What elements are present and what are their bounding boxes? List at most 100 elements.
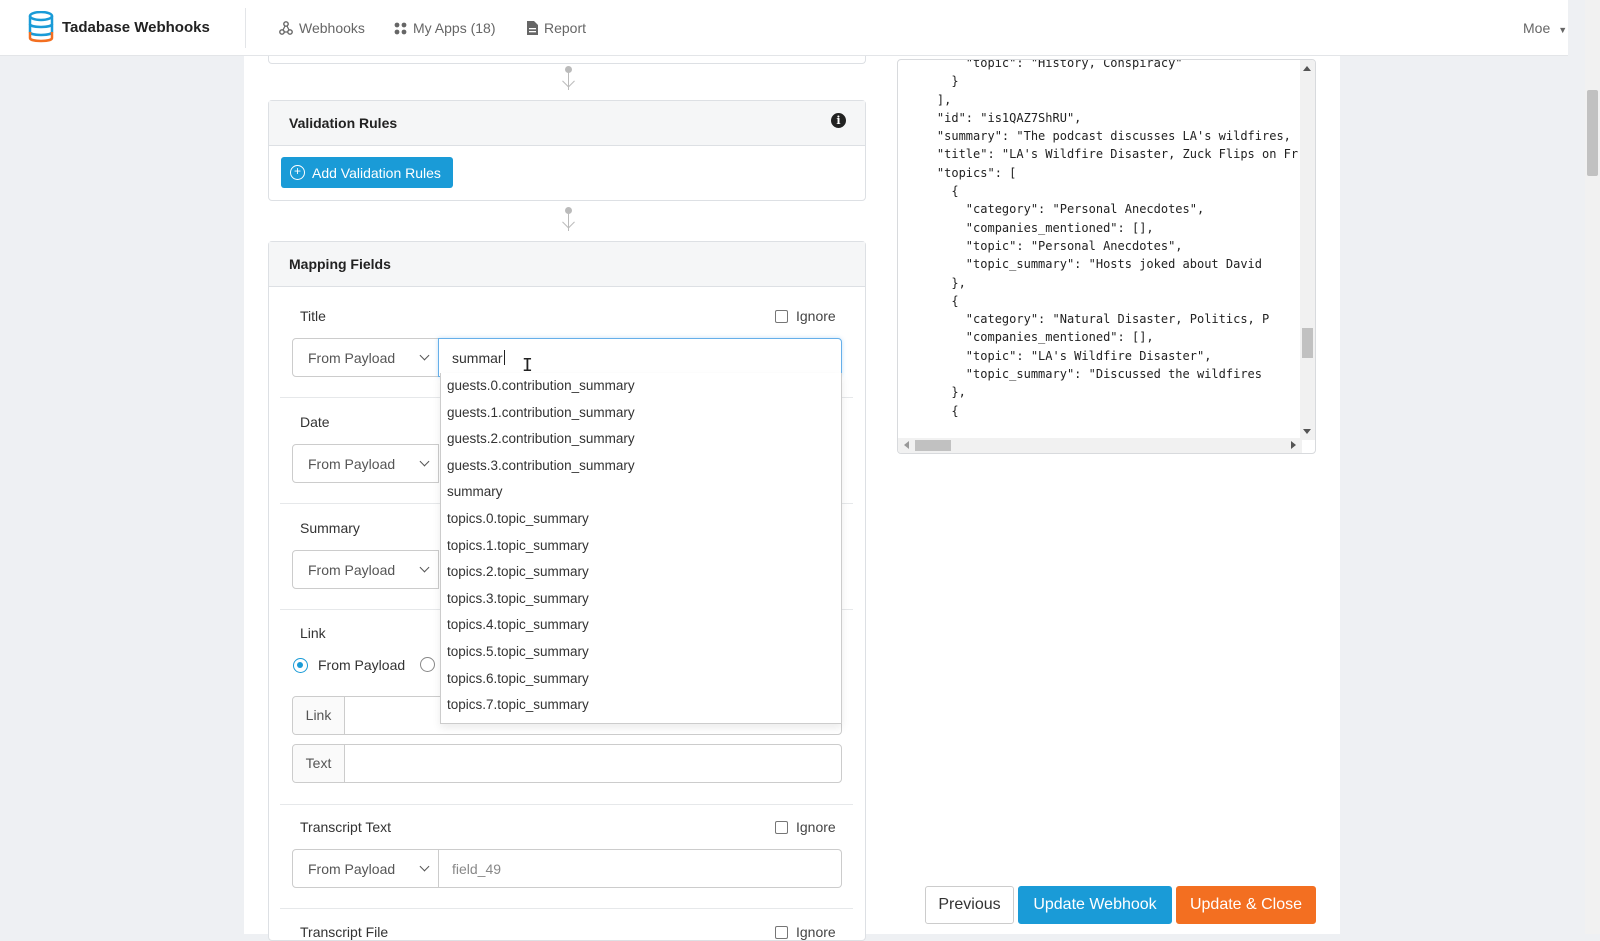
chevron-down-icon <box>419 861 430 872</box>
suggestion-item[interactable]: summary <box>441 479 841 506</box>
suggestion-item[interactable]: guests.0.contribution_summary <box>441 373 841 400</box>
nav-my-apps[interactable]: My Apps (18) <box>394 20 495 36</box>
suggestion-item[interactable]: guests.3.contribution_summary <box>441 453 841 480</box>
checkbox[interactable] <box>775 309 788 323</box>
radio-from-payload[interactable]: From Payload <box>293 657 405 673</box>
field-label-transcript-file: Transcript File <box>300 924 389 940</box>
flow-arrow-2 <box>562 207 575 237</box>
json-vertical-scrollbar[interactable] <box>1300 60 1315 440</box>
caret-down-icon: ▼ <box>1558 25 1568 35</box>
suggestion-item[interactable]: guests.2.contribution_summary <box>441 426 841 453</box>
source-select-value: From Payload <box>308 861 396 877</box>
suggestion-item[interactable]: topics.3.topic_summary <box>441 586 841 613</box>
text-addon-label: Text <box>293 745 345 782</box>
payload-json-viewer[interactable]: "topic": "History, Conspiracy" } ], "id"… <box>897 59 1316 454</box>
nav-my-apps-label: My Apps (18) <box>413 20 496 36</box>
update-webhook-button[interactable]: Update Webhook <box>1018 886 1172 924</box>
source-select-summary[interactable]: From Payload <box>292 550 439 589</box>
autocomplete-dropdown: guests.0.contribution_summary guests.1.c… <box>440 373 842 724</box>
source-select-value: From Payload <box>308 350 396 366</box>
user-menu[interactable]: Moe ▼ <box>1523 20 1567 36</box>
field-label-transcript-text: Transcript Text <box>300 819 392 835</box>
info-icon[interactable]: i <box>831 113 846 128</box>
previous-card-bottom <box>268 56 866 64</box>
mapping-fields-header: Mapping Fields <box>269 242 865 287</box>
json-horizontal-scrollbar[interactable] <box>898 438 1302 453</box>
top-navbar: Tadabase Webhooks Webhooks My Apps (18) … <box>0 0 1568 56</box>
json-scroll-thumb[interactable] <box>1302 328 1313 358</box>
chevron-down-icon <box>419 350 430 361</box>
nav-report-label: Report <box>544 20 587 36</box>
field-label-title: Title <box>300 308 326 324</box>
add-validation-rules-label: Add Validation Rules <box>312 164 441 181</box>
title-field-value: summar <box>452 350 503 366</box>
ignore-label: Ignore <box>796 924 836 940</box>
ignore-checkbox-transcript-text[interactable]: Ignore <box>775 819 836 835</box>
suggestion-item[interactable]: topics.1.topic_summary <box>441 533 841 560</box>
radio-from-payload-label: From Payload <box>318 657 406 673</box>
field-separator <box>280 804 853 805</box>
plus-circle-icon: + <box>290 165 305 180</box>
source-select-transcript-text[interactable]: From Payload <box>292 849 439 888</box>
brand[interactable]: Tadabase Webhooks <box>28 11 210 43</box>
source-select-date[interactable]: From Payload <box>292 444 439 483</box>
scroll-right-icon[interactable] <box>1291 441 1296 449</box>
checkbox[interactable] <box>775 925 788 939</box>
database-logo-icon <box>28 11 54 43</box>
flow-arrow-1 <box>562 66 575 96</box>
suggestion-item[interactable]: topics.2.topic_summary <box>441 559 841 586</box>
mapping-fields-title: Mapping Fields <box>289 256 391 272</box>
ignore-label: Ignore <box>796 819 836 835</box>
source-select-title[interactable]: From Payload <box>292 338 439 377</box>
field-label-link: Link <box>300 625 326 641</box>
source-select-value: From Payload <box>308 562 396 578</box>
ignore-checkbox-transcript-file[interactable]: Ignore <box>775 924 836 940</box>
source-select-value: From Payload <box>308 456 396 472</box>
text-caret <box>503 350 505 365</box>
title-field-input[interactable]: summar <box>438 338 842 377</box>
payload-json-text: "topic": "History, Conspiracy" } ], "id"… <box>936 59 1299 418</box>
suggestion-item[interactable]: topics.7.topic_summary <box>441 692 841 719</box>
scroll-down-icon[interactable] <box>1303 429 1311 434</box>
scroll-left-icon[interactable] <box>904 441 909 449</box>
chevron-down-icon <box>419 562 430 573</box>
checkbox[interactable] <box>775 820 788 834</box>
scroll-up-icon[interactable] <box>1303 66 1311 71</box>
validation-rules-card: Validation Rules i + Add Validation Rule… <box>268 100 866 201</box>
nav-report[interactable]: Report <box>527 20 586 36</box>
user-name: Moe <box>1523 20 1551 36</box>
json-hscroll-thumb[interactable] <box>915 440 951 451</box>
radio-button-selected[interactable] <box>293 657 308 673</box>
transcript-text-value: field_49 <box>452 861 502 877</box>
chevron-down-icon <box>419 456 430 467</box>
apps-grid-icon <box>394 22 407 34</box>
suggestion-item[interactable]: guests.1.contribution_summary <box>441 400 841 427</box>
previous-button[interactable]: Previous <box>925 886 1014 924</box>
suggestion-item[interactable]: topics.5.topic_summary <box>441 639 841 666</box>
link-addon-label: Link <box>293 697 345 734</box>
ignore-label: Ignore <box>796 308 836 324</box>
suggestion-item[interactable]: topics.4.topic_summary <box>441 612 841 639</box>
field-label-date: Date <box>300 414 330 430</box>
suggestion-item[interactable]: topics.6.topic_summary <box>441 666 841 693</box>
update-and-close-button[interactable]: Update & Close <box>1176 886 1316 924</box>
field-separator <box>280 908 853 909</box>
radio-button[interactable] <box>420 657 435 672</box>
validation-rules-title: Validation Rules <box>289 115 398 131</box>
navbar-divider <box>245 8 246 48</box>
radio-option-2[interactable] <box>420 657 435 672</box>
suggestion-item[interactable]: topics.0.topic_summary <box>441 506 841 533</box>
link-text-input[interactable]: Text <box>292 744 842 783</box>
nav-webhooks[interactable]: Webhooks <box>279 20 365 36</box>
field-label-summary: Summary <box>300 520 360 536</box>
page-scrollbar-thumb[interactable] <box>1587 90 1598 176</box>
ignore-checkbox-title[interactable]: Ignore <box>775 308 836 324</box>
page-scrollbar[interactable] <box>1585 0 1600 934</box>
webhook-icon <box>279 21 293 35</box>
transcript-text-input[interactable]: field_49 <box>439 849 842 888</box>
app-name: Tadabase Webhooks <box>62 18 210 36</box>
report-icon <box>527 21 538 35</box>
validation-rules-header: Validation Rules i <box>269 101 865 146</box>
add-validation-rules-button[interactable]: + Add Validation Rules <box>281 157 453 188</box>
nav-webhooks-label: Webhooks <box>299 20 365 36</box>
